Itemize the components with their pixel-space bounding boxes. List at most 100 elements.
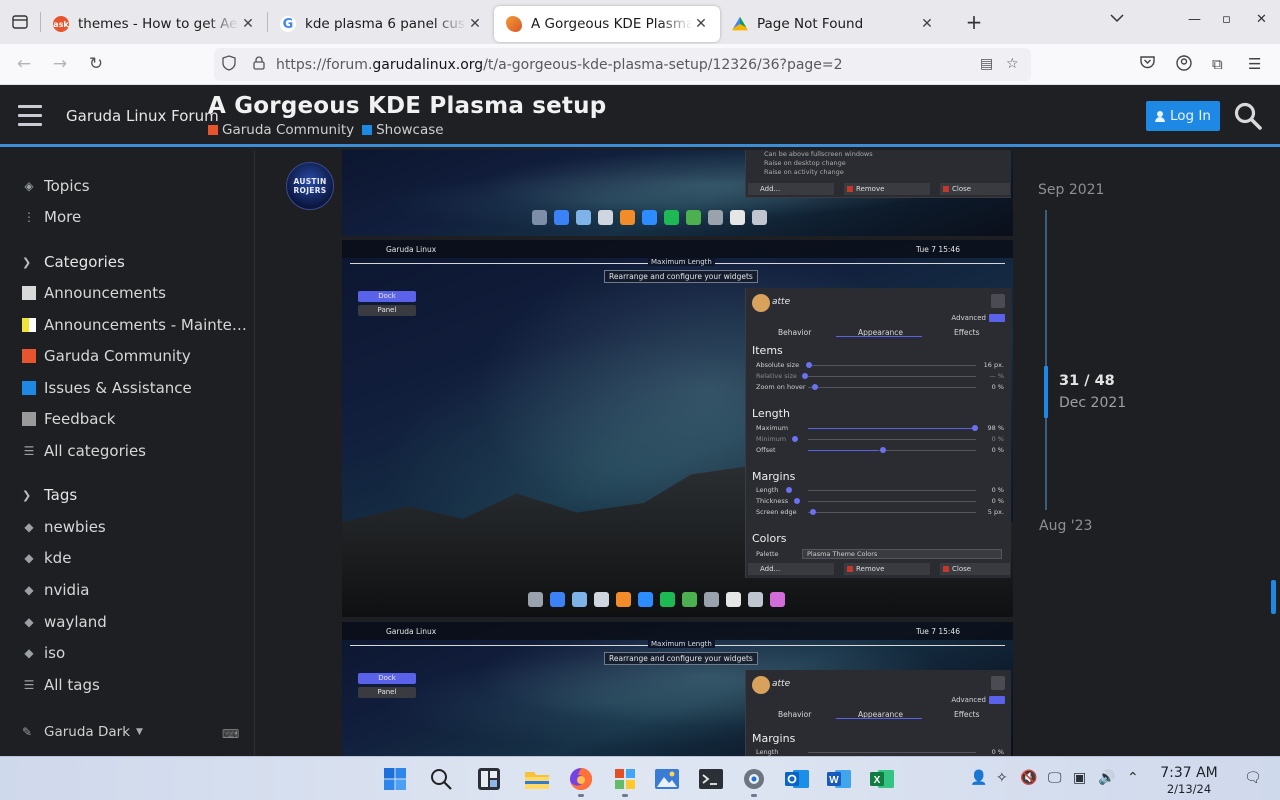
extensions-icon[interactable]: ⧉ [1212,55,1223,73]
task-view-icon[interactable] [474,764,504,794]
terminal-icon[interactable] [696,764,726,794]
sidebar-item-announcements-maintenance[interactable]: Announcements - Mainte… [22,313,247,337]
tab-close-icon[interactable]: ✕ [466,16,484,32]
tab-close-icon[interactable]: ✕ [918,16,936,32]
sidebar-item-all-tags[interactable]: ☰ All tags [22,673,100,697]
login-button[interactable]: Log In [1146,101,1220,131]
app-grid-icon[interactable] [610,764,640,797]
panel-toggle: Panel [358,687,416,698]
outlook-icon[interactable] [782,764,812,794]
photos-icon[interactable] [652,764,682,794]
tab-askubuntu[interactable]: ask themes - How to get Aero ✕ [41,6,267,42]
tab-page-not-found[interactable]: Page Not Found ✕ [720,6,946,42]
minimize-icon[interactable]: — [1188,12,1201,27]
site-name[interactable]: Garuda Linux Forum [66,107,219,125]
settings-gear-icon[interactable] [739,764,769,797]
forward-arrow-icon[interactable]: → [42,54,78,74]
sidebar-item-issues-assistance[interactable]: Issues & Assistance [22,376,192,400]
add-button: Add... [748,563,834,575]
url-bar[interactable]: https://forum.garudalinux.org/t/a-gorgeo… [214,48,1031,81]
bookmark-star-icon[interactable]: ☆ [1006,56,1019,72]
lock-icon[interactable] [244,55,274,74]
search-icon[interactable] [1233,101,1263,131]
setting-label: Minimum [756,435,787,443]
hamburger-menu-icon[interactable] [18,105,42,132]
tracking-shield-icon[interactable] [214,54,244,75]
sidebar-item-announcements[interactable]: Announcements [22,281,166,305]
chevron-up-icon[interactable]: ⌃ [1127,770,1139,786]
rearrange-label: Rearrange and configure your widgets [604,652,758,665]
sidebar-tag-kde[interactable]: ◆ kde [22,546,71,570]
breadcrumb-garuda-community[interactable]: Garuda Community [208,122,354,138]
network-icon[interactable]: ▣ [1073,770,1086,786]
topic-title[interactable]: A Gorgeous KDE Plasma setup [208,93,606,119]
tab-google-search[interactable]: G kde plasma 6 panel custom ✕ [268,6,494,42]
new-tab-button[interactable]: + [954,10,994,34]
mute-icon[interactable]: 🔇 [1020,770,1037,786]
timeline-scroller-handle[interactable] [1044,366,1048,418]
search-icon[interactable] [426,764,456,794]
list-icon: ☰ [23,678,35,692]
sidebar-tag-wayland[interactable]: ◆ wayland [22,610,106,634]
tab-close-icon[interactable]: ✕ [692,16,710,32]
tab-list-button[interactable] [0,0,40,44]
sidebar-tag-iso[interactable]: ◆ iso [22,641,65,665]
post-image-3[interactable]: Garuda Linux Tue 7 15:46 Maximum Length … [342,622,1013,756]
people-icon[interactable]: 👤 [970,770,987,786]
tag-icon: ◆ [24,520,34,534]
post-image-1[interactable]: Can be above fullscreen windows Raise on… [342,150,1013,236]
chevron-down-icon: ❯ [22,255,32,269]
setting-value: 0 % [991,446,1004,454]
sidebar-item-all-categories[interactable]: ☰ All categories [22,439,146,463]
sidebar-tag-nvidia[interactable]: ◆ nvidia [22,578,89,602]
accessibility-icon[interactable]: ✧ [996,770,1008,786]
app-menu-icon[interactable]: ☰ [1248,55,1261,73]
clock-time: 7:37 AM [1160,765,1218,781]
timeline-start-date[interactable]: Sep 2021 [1038,182,1104,198]
avatar[interactable]: AUSTIN ROJERS [286,162,334,210]
os-taskbar: W X 👤 ✧ 🔇 🖵 ▣ 🔊 ⌃ 7:37 AM 2/13/24 🗨 [0,756,1280,800]
setting-label: Relative size [756,372,797,380]
notifications-icon[interactable]: 🗨 [1244,770,1262,786]
sidebar-item-more[interactable]: ⋮ More [22,205,81,229]
windows-start-icon[interactable] [380,764,410,794]
pocket-icon[interactable] [1140,55,1155,73]
sidebar-item-topics[interactable]: ◈ Topics [22,174,89,198]
file-explorer-icon[interactable] [522,764,552,794]
reload-icon[interactable]: ↻ [78,54,114,74]
window-close-icon[interactable]: ✕ [1256,12,1267,27]
sidebar-item-label: Issues & Assistance [44,379,192,397]
reader-view-icon[interactable]: ▤ [980,56,993,72]
sidebar-item-feedback[interactable]: Feedback [22,407,115,431]
excel-icon[interactable]: X [867,764,897,794]
sidebar-section-categories[interactable]: ❯ Categories [22,250,125,274]
sidebar-section-tags[interactable]: ❯ Tags [22,483,77,507]
word-icon[interactable]: W [824,764,854,794]
sidebar-item-garuda-community[interactable]: Garuda Community [22,344,191,368]
taskbar-clock[interactable]: 7:37 AM 2/13/24 [1156,765,1222,796]
display-icon[interactable]: 🖵 [1048,770,1062,786]
layers-icon: ◈ [24,179,34,193]
speaker-icon[interactable]: 🔊 [1098,770,1115,786]
firefox-icon[interactable] [566,764,596,797]
page-scrollbar-thumb[interactable] [1271,580,1276,614]
sidebar-tag-newbies[interactable]: ◆ newbies [22,515,105,539]
back-arrow-icon[interactable]: ← [6,54,42,74]
tab-garuda-forum[interactable]: A Gorgeous KDE Plasma se ✕ [494,6,720,42]
panel-tab: Behavior [778,710,812,719]
os-title: Garuda Linux [386,626,437,636]
sidebar-item-label: All categories [44,442,146,460]
theme-selector[interactable]: ✎ Garuda Dark ▼ [22,724,143,740]
tab-close-icon[interactable]: ✕ [239,16,257,32]
category-color-swatch [22,349,36,363]
breadcrumb-showcase[interactable]: Showcase [362,122,444,138]
keyboard-icon[interactable]: ⌨ [222,727,239,741]
timeline-track[interactable] [1045,210,1047,510]
setting-row: Length 0 % [756,486,1004,496]
account-icon[interactable] [1176,55,1192,75]
chevron-down-icon[interactable] [1110,12,1124,27]
post-image-2[interactable]: Garuda Linux Tue 7 15:46 Maximum Length … [342,240,1013,617]
timeline-end-date[interactable]: Aug '23 [1039,518,1092,534]
restore-icon[interactable]: ▫ [1222,12,1231,27]
timeline-post-count: 31 / 48 [1059,373,1115,389]
